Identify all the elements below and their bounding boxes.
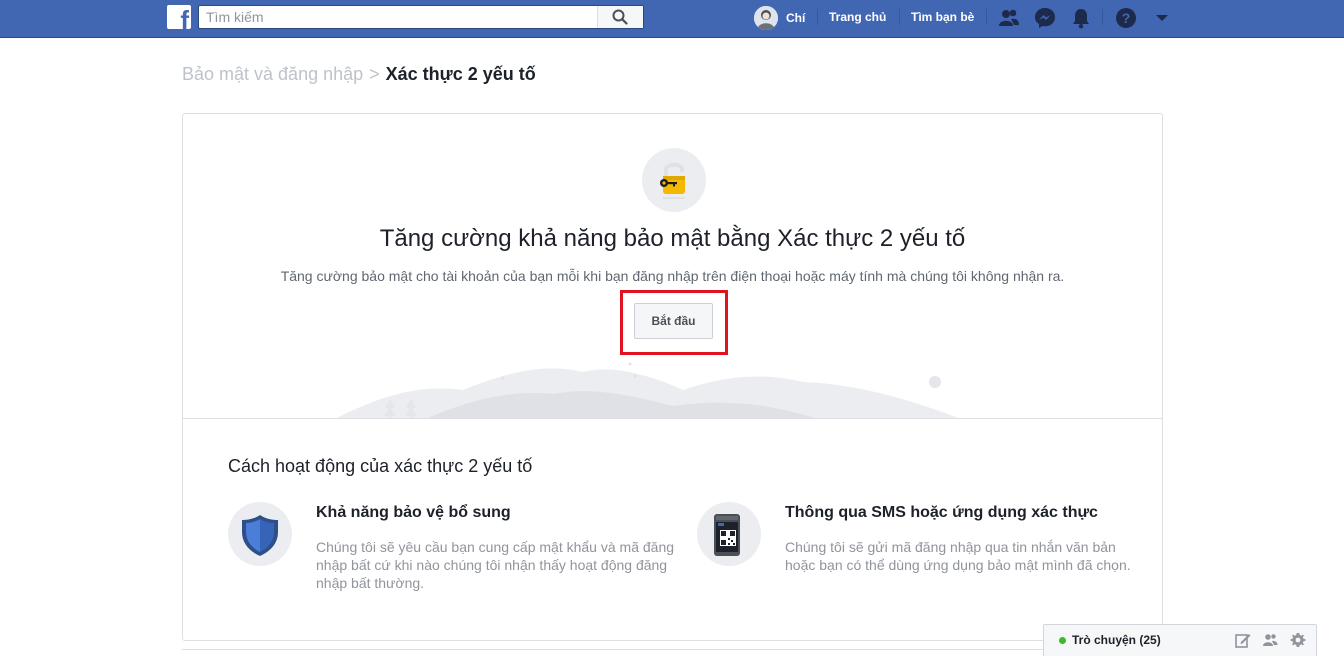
lock-icon-circle	[642, 148, 706, 212]
create-group-icon[interactable]	[1262, 632, 1278, 648]
nav-divider	[817, 9, 818, 25]
notifications-bell-icon[interactable]	[1070, 7, 1092, 29]
hero-section: Tăng cường khả năng bảo mật bằng Xác thự…	[183, 114, 1162, 419]
hero-title: Tăng cường khả năng bảo mật bằng Xác thự…	[379, 225, 966, 252]
chat-settings-gear-icon[interactable]	[1290, 632, 1306, 648]
nav-home-link[interactable]: Trang chủ	[829, 10, 886, 24]
padlock-key-icon	[660, 162, 685, 199]
hero-description: Tăng cường bảo mật cho tài khoản của bạn…	[280, 268, 1065, 284]
feature-title: Thông qua SMS hoặc ứng dụng xác thực	[785, 504, 1098, 521]
breadcrumb: Bảo mật và đăng nhập > Xác thực 2 yếu tố	[182, 64, 536, 85]
logo-letter: f	[180, 5, 189, 29]
feature-description: Chúng tôi sẽ yêu cầu bạn cung cấp mật kh…	[316, 539, 675, 591]
two-factor-card: Tăng cường khả năng bảo mật bằng Xác thự…	[182, 113, 1163, 641]
phone-qr-icon	[714, 514, 740, 556]
card-bottom-rule	[182, 649, 1162, 650]
mountains-illustration	[334, 362, 961, 419]
highlight-annotation-box	[620, 290, 728, 355]
online-status-dot	[1059, 637, 1066, 644]
top-navigation-bar: f Chí Trang chủ Tìm bạn bè	[0, 0, 1344, 38]
search-button[interactable]	[597, 6, 643, 28]
search-icon	[612, 9, 628, 25]
shield-icon	[242, 515, 278, 556]
breadcrumb-separator: >	[369, 64, 380, 84]
profile-link[interactable]: Chí	[754, 6, 805, 30]
friend-requests-icon[interactable]	[998, 7, 1020, 29]
page-title: Xác thực 2 yếu tố	[385, 64, 536, 84]
feature-title: Khả năng bảo vệ bổ sung	[316, 504, 511, 521]
new-message-icon[interactable]	[1235, 632, 1251, 648]
avatar	[754, 6, 778, 30]
section-divider	[183, 418, 1162, 419]
help-icon[interactable]: ?	[1115, 7, 1137, 29]
profile-name: Chí	[786, 11, 806, 25]
shield-icon-circle	[228, 502, 292, 566]
nav-divider	[986, 9, 987, 25]
breadcrumb-parent-link[interactable]: Bảo mật và đăng nhập	[182, 64, 363, 84]
search-box	[198, 5, 644, 29]
account-menu-chevron-down-icon[interactable]	[1151, 7, 1173, 29]
chat-sidebar-tab[interactable]: Trò chuyện (25)	[1043, 624, 1317, 656]
nav-divider	[1102, 9, 1103, 25]
search-input[interactable]	[199, 6, 597, 28]
messenger-icon[interactable]	[1034, 7, 1056, 29]
chat-label: Trò chuyện (25)	[1072, 633, 1161, 647]
nav-find-friends-link[interactable]: Tìm bạn bè	[911, 10, 974, 24]
nav-divider	[899, 9, 900, 25]
facebook-logo[interactable]: f	[167, 5, 191, 29]
feature-description: Chúng tôi sẽ gửi mã đăng nhập qua tin nh…	[785, 539, 1131, 573]
svg-text:?: ?	[1122, 10, 1131, 26]
how-it-works-title: Cách hoạt động của xác thực 2 yếu tố	[228, 456, 533, 476]
phone-icon-circle	[697, 502, 761, 566]
